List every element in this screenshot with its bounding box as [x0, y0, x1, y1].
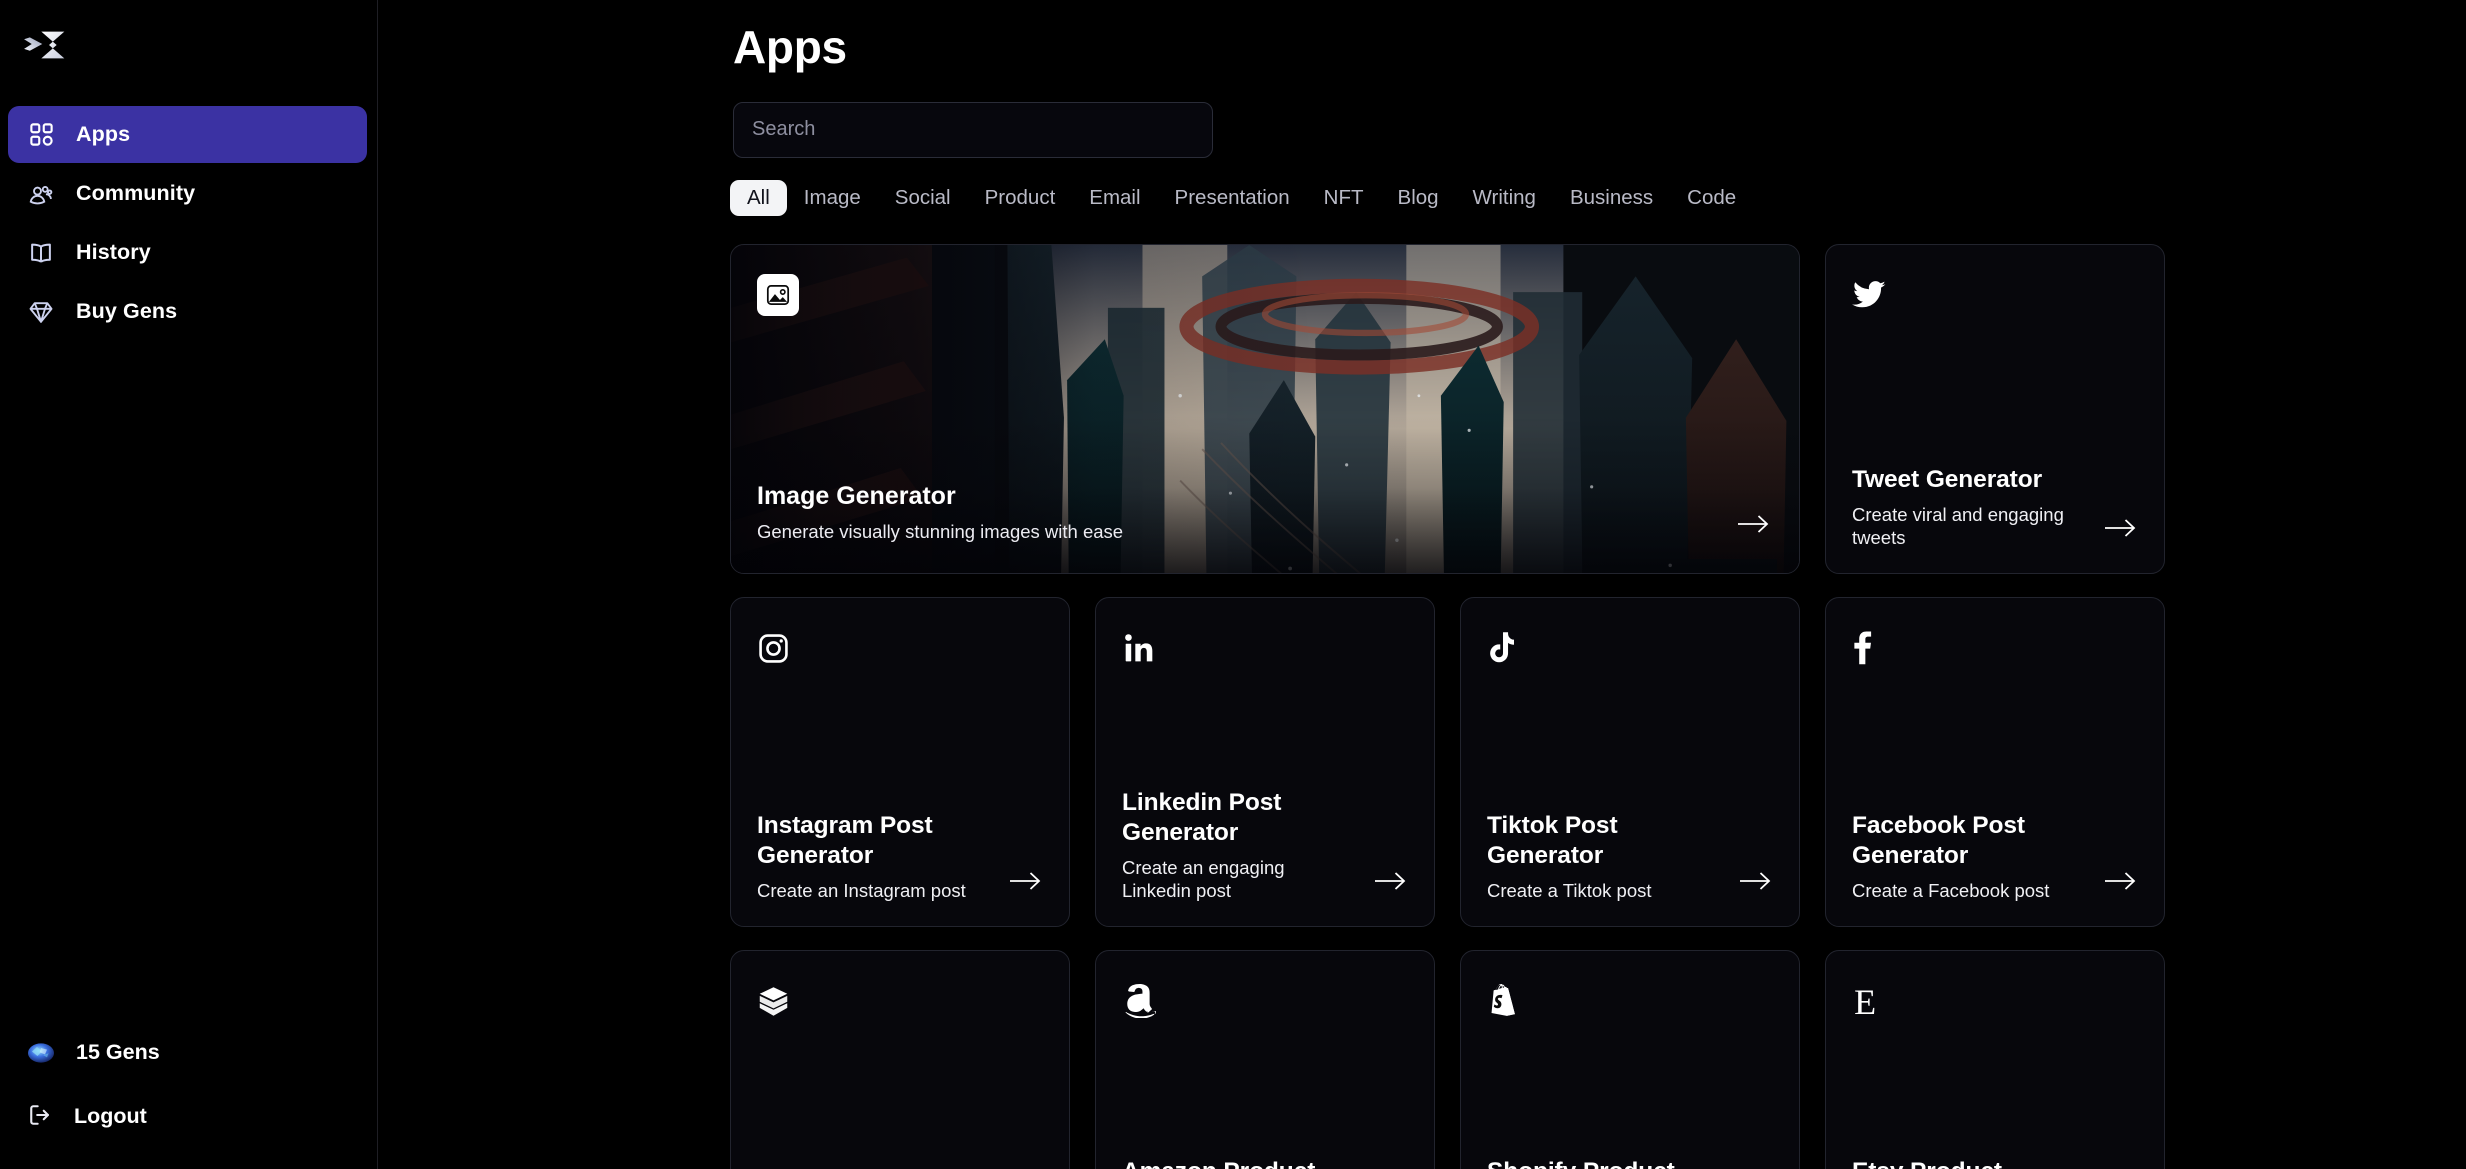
filter-chip-business[interactable]: Business — [1553, 180, 1670, 217]
filter-chip-presentation[interactable]: Presentation — [1158, 180, 1307, 217]
logout-icon — [26, 1101, 54, 1134]
diamond-icon — [26, 297, 56, 327]
book-icon — [26, 238, 56, 268]
app-card-linkedin-post-generator[interactable]: Linkedin Post Generator Create an engagi… — [1095, 597, 1435, 928]
app-card-tiktok-post-generator[interactable]: Tiktok Post Generator Create a Tiktok po… — [1460, 597, 1800, 928]
card-title: Amazon Product Description Generator — [1122, 1157, 1356, 1169]
image-icon — [757, 273, 801, 317]
filter-chip-email[interactable]: Email — [1072, 180, 1157, 217]
card-description: Create a Tiktok post — [1487, 879, 1652, 901]
tiktok-icon — [1487, 626, 1531, 670]
twitter-icon — [1852, 273, 1896, 317]
app-card-amazon-product-description-generator[interactable]: Amazon Product Description Generator — [1095, 950, 1435, 1169]
arrow-right-icon[interactable] — [2102, 515, 2138, 541]
logout-button[interactable]: Logout — [8, 1095, 367, 1139]
x-logo-icon — [24, 31, 65, 59]
sidebar-item-label: History — [76, 239, 151, 264]
page-title: Apps — [733, 21, 847, 73]
shopify-icon — [1487, 979, 1531, 1023]
arrow-right-icon[interactable] — [1735, 511, 1771, 537]
sidebar-footer: 15 Gens Logout — [0, 1033, 377, 1169]
app-card-etsy-product-description-generator[interactable]: E Etsy Product Description Generator — [1825, 950, 2165, 1169]
sidebar-item-label: Apps — [76, 121, 131, 146]
svg-text:E: E — [1854, 983, 1876, 1019]
app-card-shopify-product-description-generator[interactable]: Shopify Product Description Generator — [1460, 950, 1800, 1169]
arrow-right-icon[interactable] — [2102, 868, 2138, 894]
sidebar-item-buy-gens[interactable]: Buy Gens — [8, 283, 367, 340]
card-title: Instagram Post Generator — [757, 812, 933, 869]
card-title: Shopify Product Description Generator — [1487, 1157, 1721, 1169]
grid-icon — [26, 120, 56, 150]
sidebar: Apps Community History Buy Gens 15 Gens … — [0, 0, 378, 1169]
card-description: Create a Facebook post — [1852, 879, 2050, 901]
gens-count-label: 15 Gens — [76, 1040, 160, 1065]
box-icon — [757, 979, 801, 1023]
card-title: Linkedin Post Generator — [1122, 788, 1282, 846]
logout-label: Logout — [74, 1104, 147, 1129]
app-card-image-generator[interactable]: Image Generator Generate visually stunni… — [730, 244, 1800, 575]
card-title: Etsy Product Description Generator — [1852, 1157, 2086, 1169]
filter-chip-nft[interactable]: NFT — [1307, 180, 1381, 217]
card-title: Tiktok Post Generator — [1487, 812, 1618, 869]
filter-chip-writing[interactable]: Writing — [1456, 180, 1553, 217]
sidebar-item-label: Community — [76, 180, 196, 205]
apps-grid: Image Generator Generate visually stunni… — [730, 244, 2170, 1169]
filter-chip-code[interactable]: Code — [1670, 180, 1753, 217]
card-description: Generate visually stunning images with e… — [757, 520, 1124, 542]
search-container — [733, 101, 2466, 158]
filter-chip-blog[interactable]: Blog — [1381, 180, 1456, 217]
app-card-tweet-generator[interactable]: Tweet Generator Create viral and engagin… — [1825, 244, 2165, 575]
linkedin-icon — [1122, 626, 1166, 670]
sidebar-nav: Apps Community History Buy Gens — [0, 86, 377, 340]
brand-logo[interactable] — [0, 0, 377, 86]
sidebar-item-community[interactable]: Community — [8, 165, 367, 222]
app-shell: Apps Community History Buy Gens 15 Gens … — [0, 0, 2466, 1169]
sidebar-item-label: Buy Gens — [76, 298, 178, 323]
filter-chip-product[interactable]: Product — [968, 180, 1073, 217]
arrow-right-icon[interactable] — [1737, 868, 1773, 894]
filter-chip-social[interactable]: Social — [878, 180, 968, 217]
filter-chip-all[interactable]: All — [730, 179, 787, 217]
search-input[interactable] — [733, 101, 1213, 158]
etsy-icon: E — [1852, 979, 1896, 1023]
instagram-icon — [757, 626, 801, 670]
gens-balance[interactable]: 15 Gens — [8, 1033, 367, 1073]
filter-tabs: All Image Social Product Email Presentat… — [730, 179, 2466, 217]
card-description: Create viral and engaging tweets — [1852, 503, 2064, 548]
arrow-right-icon[interactable] — [1007, 868, 1043, 894]
facebook-icon — [1852, 626, 1896, 670]
main-content: Apps All Image Social Product Email Pres… — [378, 0, 2466, 1169]
card-title: Facebook Post Generator — [1852, 812, 2025, 869]
card-description: Create an engaging Linkedin post — [1122, 856, 1285, 901]
arrow-right-icon[interactable] — [1372, 868, 1408, 894]
app-card-facebook-post-generator[interactable]: Facebook Post Generator Create a Faceboo… — [1825, 597, 2165, 928]
app-card-product-description-generator[interactable]: Product Description Generator — [730, 950, 1070, 1169]
filter-chip-image[interactable]: Image — [787, 180, 878, 217]
card-title: Image Generator — [757, 481, 956, 510]
app-card-instagram-post-generator[interactable]: Instagram Post Generator Create an Insta… — [730, 597, 1070, 928]
card-description: Create an Instagram post — [757, 879, 966, 901]
sidebar-item-history[interactable]: History — [8, 224, 367, 281]
gem-icon — [26, 1038, 56, 1068]
community-icon — [26, 179, 56, 209]
card-title: Tweet Generator — [1852, 465, 2043, 493]
sidebar-item-apps[interactable]: Apps — [8, 106, 367, 163]
amazon-icon — [1122, 979, 1166, 1023]
